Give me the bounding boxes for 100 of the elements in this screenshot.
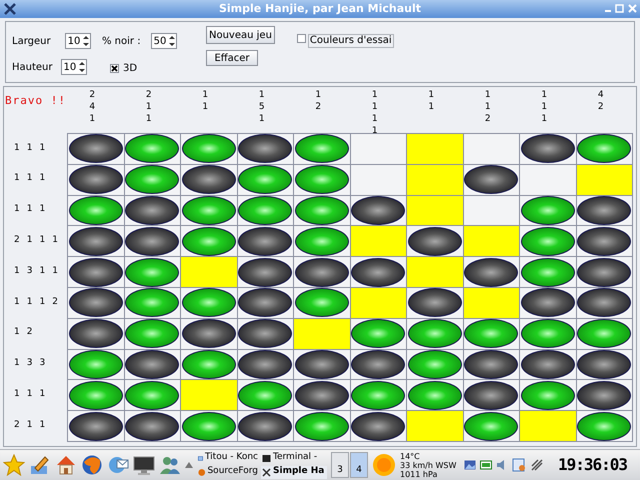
glowing-ball[interactable]	[182, 226, 236, 256]
filled-ball[interactable]	[294, 350, 349, 379]
filled-ball[interactable]	[125, 350, 180, 379]
highlighted-cell[interactable]	[294, 318, 350, 350]
glowing-ball[interactable]	[182, 288, 236, 318]
filled-ball[interactable]	[238, 412, 292, 441]
highlighted-cell[interactable]	[576, 164, 633, 196]
glowing-ball[interactable]	[125, 258, 180, 287]
filled-ball[interactable]	[125, 412, 180, 441]
filled-ball[interactable]	[238, 226, 292, 256]
width-spinbox[interactable]: 10	[64, 33, 91, 49]
filled-ball[interactable]	[577, 226, 632, 256]
glowing-ball[interactable]	[125, 319, 180, 348]
glowing-ball[interactable]	[125, 165, 180, 194]
mail-globe-icon[interactable]	[107, 454, 129, 476]
filled-ball[interactable]	[68, 134, 123, 164]
glowing-ball[interactable]	[294, 288, 349, 318]
highlighted-cell[interactable]	[520, 411, 576, 442]
spinner-arrows-icon[interactable]	[82, 34, 90, 48]
task-button[interactable]: SourceForg	[197, 466, 259, 478]
filled-ball[interactable]	[182, 165, 236, 194]
glowing-ball[interactable]	[408, 350, 462, 379]
task-button[interactable]: Simple Ha	[261, 466, 327, 478]
highlighted-cell[interactable]	[181, 257, 238, 288]
filled-ball[interactable]	[351, 350, 406, 379]
workspace-button[interactable]: 3	[331, 452, 349, 478]
trial-colors-checkbox[interactable]	[296, 34, 306, 43]
glowing-ball[interactable]	[408, 319, 462, 348]
filled-ball[interactable]	[351, 258, 406, 287]
highlighted-cell[interactable]	[181, 380, 238, 412]
filled-ball[interactable]	[68, 288, 123, 318]
glowing-ball[interactable]	[294, 165, 349, 194]
percentage-spinbox[interactable]: 50	[150, 33, 177, 49]
glowing-ball[interactable]	[294, 226, 349, 256]
glowing-ball[interactable]	[520, 380, 575, 410]
glowing-ball[interactable]	[408, 380, 462, 410]
filled-ball[interactable]	[520, 350, 575, 379]
glowing-ball[interactable]	[464, 412, 518, 441]
filled-ball[interactable]	[125, 196, 180, 225]
filled-ball[interactable]	[238, 319, 292, 348]
filled-ball[interactable]	[294, 258, 349, 287]
highlighted-cell[interactable]	[350, 226, 407, 258]
filled-ball[interactable]	[464, 258, 518, 287]
filled-ball[interactable]	[464, 380, 518, 410]
spinner-arrows-icon[interactable]	[168, 34, 176, 48]
glowing-ball[interactable]	[68, 196, 123, 225]
glowing-ball[interactable]	[238, 196, 292, 225]
glowing-ball[interactable]	[182, 196, 236, 225]
filled-ball[interactable]	[351, 412, 406, 441]
glowing-ball[interactable]	[238, 380, 292, 410]
filled-ball[interactable]	[238, 288, 292, 318]
filled-ball[interactable]	[68, 319, 123, 348]
monitor-icon[interactable]	[133, 454, 155, 476]
glowing-ball[interactable]	[520, 226, 575, 256]
filled-ball[interactable]	[294, 380, 349, 410]
glowing-ball[interactable]	[520, 319, 575, 348]
task-button[interactable]: Titou - Konc	[197, 452, 259, 464]
filled-ball[interactable]	[351, 196, 406, 225]
up-arrow-icon[interactable]	[185, 462, 193, 468]
glowing-ball[interactable]	[238, 165, 292, 194]
glowing-ball[interactable]	[125, 288, 180, 318]
new-game-button[interactable]: Nouveau jeu	[206, 26, 275, 44]
highlighted-cell[interactable]	[350, 288, 407, 319]
close-icon[interactable]	[628, 4, 637, 13]
filled-ball[interactable]	[238, 134, 292, 164]
glowing-ball[interactable]	[294, 196, 349, 225]
filled-ball[interactable]	[464, 165, 518, 194]
highlighted-cell[interactable]	[464, 226, 520, 258]
filled-ball[interactable]	[408, 288, 462, 318]
filled-ball[interactable]	[520, 134, 575, 164]
filled-ball[interactable]	[464, 350, 518, 379]
filled-ball[interactable]	[520, 288, 575, 318]
people-icon[interactable]	[159, 454, 181, 476]
highlighted-cell[interactable]	[407, 196, 464, 226]
task-button[interactable]: Terminal -	[261, 452, 327, 464]
glowing-ball[interactable]	[125, 380, 180, 410]
filled-ball[interactable]	[182, 319, 236, 348]
three-d-checkbox[interactable]	[110, 64, 119, 73]
glowing-ball[interactable]	[125, 134, 180, 164]
filled-ball[interactable]	[577, 288, 632, 318]
filled-ball[interactable]	[68, 258, 123, 287]
glowing-ball[interactable]	[520, 258, 575, 287]
glowing-ball[interactable]	[577, 412, 632, 441]
highlighted-cell[interactable]	[407, 164, 464, 196]
highlighted-cell[interactable]	[407, 134, 464, 165]
highlighted-cell[interactable]	[464, 288, 520, 319]
glowing-ball[interactable]	[182, 412, 236, 441]
glowing-ball[interactable]	[68, 380, 123, 410]
filled-ball[interactable]	[577, 350, 632, 379]
filled-ball[interactable]	[68, 226, 123, 256]
clipboard-icon[interactable]	[512, 458, 526, 472]
filled-ball[interactable]	[577, 196, 632, 225]
glowing-ball[interactable]	[68, 350, 123, 379]
filled-ball[interactable]	[68, 412, 123, 441]
filled-ball[interactable]	[125, 226, 180, 256]
workspace-button[interactable]: 4	[350, 452, 368, 478]
spinner-arrows-icon[interactable]	[78, 60, 86, 74]
highlighted-cell[interactable]	[407, 257, 464, 288]
glowing-ball[interactable]	[351, 380, 406, 410]
filled-ball[interactable]	[577, 258, 632, 287]
